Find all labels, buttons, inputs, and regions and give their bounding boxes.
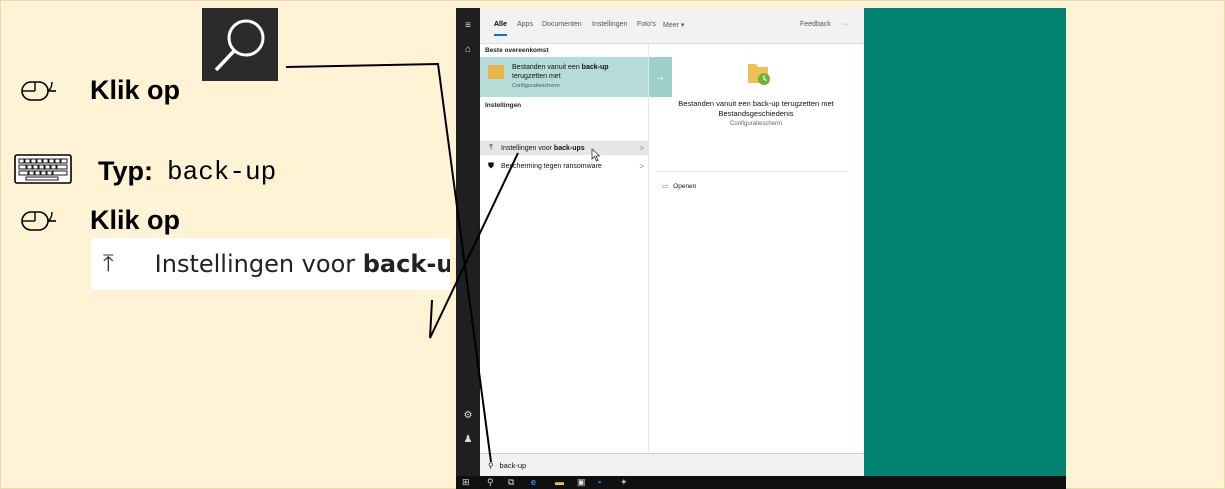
search-icon: ⚲ [488,460,494,470]
panel-divider [648,44,649,454]
best-match-header: Beste overeenkomst [485,47,549,54]
open-action[interactable]: ▭ Openen [662,182,696,190]
preview-divider [656,171,848,172]
settings-item-snippet: ⤒ Instellingen voor back-u [91,238,450,290]
snippet-text-normal: Instellingen voor [154,250,363,278]
best-match-result[interactable]: Bestanden vanuit een back-up terugzetten… [480,57,672,97]
task-view-icon[interactable]: ⧉ [508,477,514,488]
step-1-label: Klik op [90,75,181,105]
best-match-title-bold: back-up [581,64,609,71]
open-icon: ▭ [662,183,669,190]
windows-screenshot: ≡ ⌂ ⚙ ♟ Alle Apps Documenten Instellinge… [456,8,1066,489]
result-label-bold: back-ups [553,144,585,152]
best-match-subtitle: Configuratiescherm [512,83,560,89]
tab-meer[interactable]: Meer ▾ [663,21,684,29]
settings-header: Instellingen [485,102,522,109]
gear-icon[interactable]: ⚙ [462,410,474,421]
hamburger-icon[interactable]: ≡ [462,20,474,31]
result-ransomware[interactable]: ⛊ Bescherming tegen ransomware > [480,159,648,173]
step-3: Klik op [18,205,180,236]
result-label: Bescherming tegen ransomware [501,163,602,170]
result-backup-settings[interactable]: ⤒ Instellingen voor back-ups > [480,141,648,155]
windows-start-icon[interactable]: ⊞ [462,477,470,488]
shield-icon: ⛊ [488,161,494,170]
tab-apps[interactable]: Apps [517,21,533,28]
tab-documenten[interactable]: Documenten [542,21,582,28]
user-icon[interactable]: ♟ [462,434,474,445]
home-icon[interactable]: ⌂ [462,44,474,55]
file-explorer-icon[interactable]: ▬ [555,477,564,488]
search-input[interactable]: back-up [500,461,527,470]
step-1: Klik op [18,75,180,106]
tab-instellingen[interactable]: Instellingen [592,21,627,28]
best-match-title-normal: Bestanden vanuit een [512,64,582,71]
search-tabs-bar: Alle Apps Documenten Instellingen Foto's… [480,8,864,44]
result-label: Instellingen voor back-ups [501,145,585,152]
chevron-right-icon[interactable]: > [639,162,644,171]
backup-upload-icon: ⤒ [103,250,114,277]
tab-alle[interactable]: Alle [494,21,507,36]
mouse-icon [18,208,58,234]
tab-fotos[interactable]: Foto's [637,21,656,28]
folder-icon [488,65,504,79]
chevron-right-icon[interactable]: > [639,144,644,153]
search-button-thumbnail [202,8,278,81]
start-rail: ≡ ⌂ ⚙ ♟ [456,8,480,476]
search-icon[interactable]: ⚲ [487,477,494,488]
more-options-icon[interactable]: ··· [842,21,849,28]
edge-icon[interactable]: e [531,477,536,488]
preview-subtitle: Configuratiescherm [729,121,783,127]
step-2: Typ: back-up [14,154,276,189]
snippet-text: Instellingen voor back-u [155,250,450,278]
search-icon [202,8,278,81]
mouse-cursor-icon [591,148,601,167]
backup-upload-icon: ⤒ [489,143,493,152]
best-match-title-rest: terugzetten met [512,73,561,80]
best-match-title: Bestanden vanuit een back-up terugzetten… [512,63,640,81]
preview-title: Bestanden vanuit een back-up terugzetten… [678,99,834,118]
app-icon[interactable]: ✦ [620,477,628,488]
result-label-normal: Instellingen voor [501,144,554,152]
keyboard-icon [14,154,72,189]
arrow-right-icon[interactable]: → [648,57,672,97]
open-label: Openen [673,183,697,190]
store-icon[interactable]: ▣ [577,477,586,488]
result-label-normal: Bescherming tegen ransomware [501,162,602,170]
folder-clock-icon [745,60,771,86]
taskbar: ⊞ ⚲ ⧉ e ▬ ▣ ▪ ✦ [456,476,1066,489]
step-2-value: back-up [167,156,277,187]
step-2-label: Typ: [98,156,153,186]
search-box[interactable]: ⚲ back-up [480,453,864,476]
snippet-text-bold: back-u [362,250,450,278]
mouse-icon [18,78,58,104]
step-3-label: Klik op [90,205,181,235]
word-icon[interactable]: ▪ [598,477,601,488]
feedback-link[interactable]: Feedback [800,21,831,28]
